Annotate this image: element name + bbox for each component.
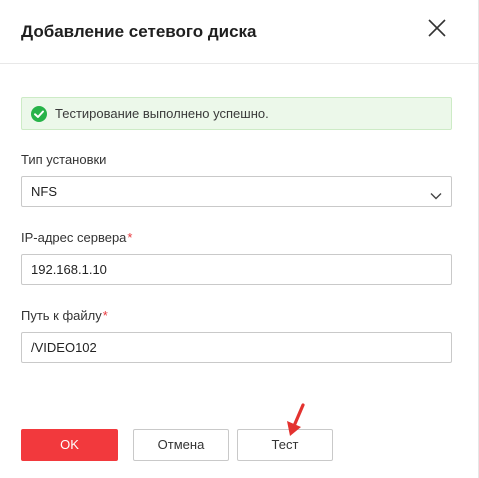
install-type-value: NFS (31, 184, 57, 199)
cancel-button[interactable]: Отмена (133, 429, 229, 461)
server-ip-label-text: IP-адрес сервера (21, 230, 127, 245)
server-ip-label: IP-адрес сервера* (21, 230, 132, 246)
install-type-select[interactable]: NFS (21, 176, 452, 207)
file-path-field[interactable] (21, 332, 452, 363)
check-circle-icon (30, 105, 48, 123)
server-ip-field[interactable] (21, 254, 452, 285)
test-success-alert: Тестирование выполнено успешно. (21, 97, 452, 130)
add-network-disk-dialog: Добавление сетевого диска Тестирование в… (0, 0, 479, 478)
close-icon[interactable] (424, 15, 450, 41)
test-button[interactable]: Тест (237, 429, 333, 461)
file-path-label: Путь к файлу* (21, 308, 108, 324)
server-ip-input[interactable] (22, 255, 451, 284)
install-type-label-text: Тип установки (21, 152, 107, 167)
required-mark: * (127, 230, 133, 245)
required-mark: * (102, 308, 108, 323)
file-path-input[interactable] (22, 333, 451, 362)
dialog-title: Добавление сетевого диска (21, 22, 257, 41)
success-message: Тестирование выполнено успешно. (55, 106, 269, 121)
chevron-down-icon (430, 187, 442, 200)
ok-button[interactable]: OK (21, 429, 118, 461)
dialog-header: Добавление сетевого диска (0, 0, 479, 64)
file-path-label-text: Путь к файлу (21, 308, 102, 323)
install-type-label: Тип установки (21, 152, 106, 168)
